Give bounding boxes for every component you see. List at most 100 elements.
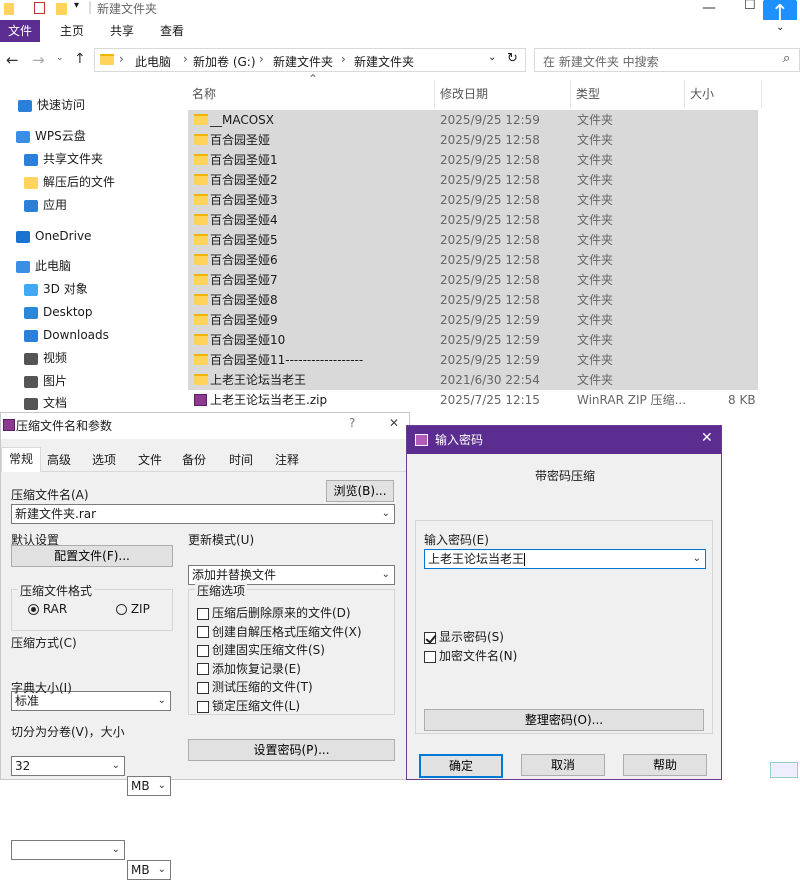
nav-item[interactable]: 共享文件夹 [24, 149, 103, 169]
file-row[interactable]: 百合园圣娅10 2025/9/25 12:59 文件夹 [188, 330, 758, 350]
tab-share[interactable]: 共享 [102, 20, 142, 42]
cancel-button[interactable]: 取消 [521, 754, 605, 776]
search-icon[interactable]: ⌕ [783, 51, 790, 66]
checkbox-icon[interactable] [34, 2, 45, 14]
file-row[interactable]: __MACOSX 2025/9/25 12:59 文件夹 [188, 110, 758, 130]
nav-item[interactable]: 快速访问 [18, 95, 85, 115]
nav-item[interactable]: 此电脑 [16, 256, 71, 276]
organize-passwords-button[interactable]: 整理密码(O)... [424, 709, 704, 731]
back-arrow-icon[interactable]: ← [6, 51, 19, 69]
chevron-down-icon[interactable]: ⌄ [112, 757, 120, 775]
breadcrumb-current[interactable]: 新建文件夹 [354, 53, 414, 70]
format-rar-radio[interactable]: RAR [28, 602, 67, 616]
help-button[interactable]: 帮助 [623, 754, 707, 776]
path-dropdown-icon[interactable]: ⌄ [488, 52, 496, 63]
nav-item[interactable]: 视频 [24, 348, 67, 368]
file-row[interactable]: 上老王论坛当老王 2021/6/30 22:54 文件夹 [188, 370, 758, 390]
ok-button[interactable]: 确定 [419, 754, 503, 778]
file-row[interactable]: 百合园圣娅8 2025/9/25 12:58 文件夹 [188, 290, 758, 310]
tab-options[interactable]: 选项 [85, 449, 123, 471]
column-type[interactable]: 类型 [576, 85, 600, 102]
browse-button[interactable]: 浏览(B)... [326, 480, 394, 502]
up-arrow-icon[interactable]: ↑ [74, 51, 86, 67]
tab-home[interactable]: 主页 [52, 20, 92, 42]
nav-item[interactable]: 图片 [24, 371, 67, 391]
file-row[interactable]: 百合园圣娅2 2025/9/25 12:58 文件夹 [188, 170, 758, 190]
tab-general[interactable]: 常规 [1, 447, 42, 472]
password-input[interactable]: 上老王论坛当老王 ⌄ [424, 549, 706, 569]
column-name[interactable]: 名称 [192, 85, 216, 102]
option-checkbox[interactable]: 创建固实压缩文件(S) [197, 641, 325, 658]
file-row[interactable]: 百合园圣娅1 2025/9/25 12:58 文件夹 [188, 150, 758, 170]
file-row[interactable]: 百合园圣娅6 2025/9/25 12:58 文件夹 [188, 250, 758, 270]
chevron-down-icon[interactable]: ⌄ [382, 566, 390, 584]
chevron-down-icon[interactable]: ⌄ [693, 550, 701, 568]
chevron-down-icon[interactable]: ⌄ [112, 841, 120, 859]
minimize-button[interactable]: — [702, 0, 716, 16]
split-unit-select[interactable]: MB ⌄ [127, 860, 171, 880]
chevron-down-icon[interactable]: ⌄ [382, 505, 390, 523]
dict-unit-select[interactable]: MB ⌄ [127, 776, 171, 796]
show-password-checkbox[interactable]: 显示密码(S) [424, 628, 504, 645]
tab-view[interactable]: 查看 [152, 20, 192, 42]
file-name: 百合园圣娅10 [210, 333, 286, 347]
column-date[interactable]: 修改日期 [440, 85, 488, 102]
file-row[interactable]: 上老王论坛当老王.zip 2025/7/25 12:15 WinRAR ZIP 压缩… [188, 390, 758, 410]
folder-icon[interactable] [56, 3, 67, 15]
checkbox-icon [197, 681, 209, 694]
quick-access-dropdown-icon[interactable]: ▾ [74, 0, 79, 11]
profiles-button[interactable]: 配置文件(F)... [11, 545, 173, 567]
split-select[interactable]: ⌄ [11, 840, 125, 860]
close-button[interactable]: ✕ [389, 416, 399, 430]
format-zip-radio[interactable]: ZIP [116, 602, 150, 616]
column-size[interactable]: 大小 [690, 85, 714, 102]
option-checkbox[interactable]: 测试压缩的文件(T) [197, 678, 313, 695]
encrypt-names-checkbox[interactable]: 加密文件名(N) [424, 647, 517, 664]
refresh-icon[interactable]: ↻ [507, 51, 518, 66]
option-checkbox[interactable]: 锁定压缩文件(L) [197, 697, 300, 714]
tab-file[interactable]: 文件 [0, 20, 40, 42]
ribbon-expand-icon[interactable]: ⌄ [776, 22, 784, 33]
tab-files[interactable]: 文件 [131, 449, 169, 471]
forward-arrow-icon[interactable]: → [32, 51, 45, 69]
tab-backup[interactable]: 备份 [175, 449, 213, 471]
archive-name-input[interactable]: 新建文件夹.rar ⌄ [11, 504, 395, 524]
file-row[interactable]: 百合园圣娅11------------------ 2025/9/25 12:59… [188, 350, 758, 370]
option-checkbox[interactable]: 添加恢复记录(E) [197, 660, 301, 677]
nav-item[interactable]: OneDrive [16, 226, 91, 246]
breadcrumb-this-pc[interactable]: 此电脑 [135, 53, 171, 70]
search-input[interactable]: 在 新建文件夹 中搜索 [543, 53, 659, 70]
file-row[interactable]: 百合园圣娅9 2025/9/25 12:59 文件夹 [188, 310, 758, 330]
file-row[interactable]: 百合园圣娅5 2025/9/25 12:58 文件夹 [188, 230, 758, 250]
nav-item[interactable]: Desktop [24, 302, 93, 322]
set-password-button[interactable]: 设置密码(P)... [188, 739, 395, 761]
details-view-icon[interactable] [770, 762, 798, 778]
file-row[interactable]: 百合园圣娅7 2025/9/25 12:58 文件夹 [188, 270, 758, 290]
search-box[interactable]: 在 新建文件夹 中搜索 ⌕ [534, 48, 800, 72]
nav-item[interactable]: WPS云盘 [16, 126, 86, 146]
file-row[interactable]: 百合园圣娅 2025/9/25 12:58 文件夹 [188, 130, 758, 150]
nav-item[interactable]: 文档 [24, 393, 67, 413]
tab-advanced[interactable]: 高级 [40, 449, 78, 471]
tab-time[interactable]: 时间 [222, 449, 260, 471]
nav-item[interactable]: 3D 对象 [24, 279, 88, 299]
address-bar[interactable]: › 此电脑 › 新加卷 (G:) › 新建文件夹 › 新建文件夹 ⌄ ↻ [94, 48, 526, 72]
tab-comment[interactable]: 注释 [268, 449, 306, 471]
nav-item[interactable]: Downloads [24, 325, 109, 345]
recent-dropdown-icon[interactable]: ⌄ [56, 53, 64, 63]
folder-icon [194, 234, 208, 245]
file-row[interactable]: 百合园圣娅4 2025/9/25 12:58 文件夹 [188, 210, 758, 230]
breadcrumb-volume[interactable]: 新加卷 (G:) [193, 53, 256, 70]
option-checkbox[interactable]: 压缩后删除原来的文件(D) [197, 604, 351, 621]
dict-select[interactable]: 32 ⌄ [11, 756, 125, 776]
breadcrumb-folder[interactable]: 新建文件夹 [273, 53, 333, 70]
option-checkbox[interactable]: 创建自解压格式压缩文件(X) [197, 623, 362, 640]
chevron-down-icon[interactable]: ⌄ [158, 861, 166, 879]
file-row[interactable]: 百合园圣娅3 2025/9/25 12:58 文件夹 [188, 190, 758, 210]
nav-item[interactable]: 解压后的文件 [24, 172, 115, 192]
chevron-down-icon[interactable]: ⌄ [158, 692, 166, 710]
help-button[interactable]: ? [349, 416, 355, 430]
maximize-button[interactable]: ☐ [744, 0, 756, 13]
close-button[interactable]: ✕ [701, 430, 713, 446]
nav-item[interactable]: 应用 [24, 195, 67, 215]
